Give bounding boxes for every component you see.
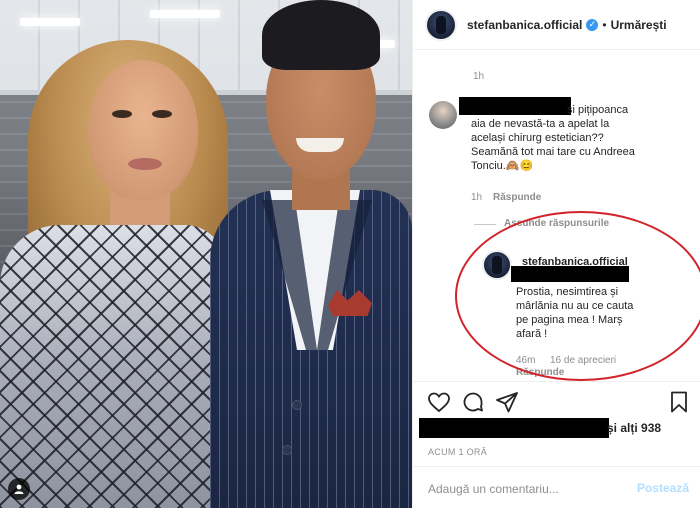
heart-icon[interactable]: [427, 390, 451, 414]
woman-lips: [128, 158, 162, 170]
bookmark-icon[interactable]: [667, 390, 691, 414]
verified-icon: ✓: [586, 18, 599, 31]
share-icon[interactable]: [495, 390, 519, 414]
post-photo[interactable]: [0, 0, 412, 508]
ceiling-lamp: [150, 10, 220, 18]
comment-text-line: Seamănă tot mai tare cu Andreea: [471, 146, 635, 158]
post-comment-button[interactable]: Postează: [637, 481, 689, 495]
replies-divider: [474, 223, 496, 225]
comment-text-line: același chirurg estetician??: [471, 132, 604, 144]
comment-input[interactable]: [428, 481, 628, 497]
comment-time: 1h: [471, 192, 483, 203]
user-tag-icon[interactable]: [8, 478, 30, 500]
likes-row: și alți 938: [413, 416, 700, 438]
post-side-panel: stefanbanica.official ✓ • Urmărești 1h ș…: [412, 0, 700, 508]
redacted-liker: [419, 418, 609, 438]
post-header: stefanbanica.official ✓ • Urmărești: [413, 0, 700, 50]
author-username[interactable]: stefanbanica.official: [467, 18, 582, 32]
woman-face: [88, 60, 198, 200]
ceiling-lamp: [20, 18, 80, 26]
woman-eye: [152, 110, 172, 118]
suit-button: [292, 400, 302, 410]
man-hair: [262, 0, 380, 70]
likes-count[interactable]: și alți 938: [607, 421, 661, 435]
previous-comment-time: 1h: [473, 71, 485, 82]
author-avatar[interactable]: [425, 8, 457, 41]
comment-text-line: Tonciu.🙈😊: [471, 160, 534, 172]
highlight-ellipse: [455, 211, 700, 381]
add-comment-bar: Postează: [413, 466, 700, 508]
post-actions: [413, 381, 700, 421]
follow-button[interactable]: Urmărești: [611, 18, 667, 32]
user-tag-glyph: [14, 484, 24, 494]
comment-text-line: aia de nevastă-ta a apelat la: [471, 118, 610, 130]
woman-sequin-dress: [0, 225, 225, 508]
comment-icon[interactable]: [461, 390, 485, 414]
man-smile: [296, 138, 344, 152]
header-separator: •: [602, 17, 607, 32]
reply-button[interactable]: Răspunde: [493, 191, 541, 205]
comment-text-line: și pițipoanca: [567, 104, 629, 116]
commenter-avatar[interactable]: [429, 101, 457, 129]
woman-eye: [112, 110, 132, 118]
post-timestamp: ACUM 1 ORĂ: [428, 447, 488, 457]
comments-list[interactable]: 1h și pițipoanca aia de nevastă-ta a ape…: [413, 51, 700, 381]
suit-button: [282, 445, 292, 455]
redacted-username: [459, 97, 571, 115]
